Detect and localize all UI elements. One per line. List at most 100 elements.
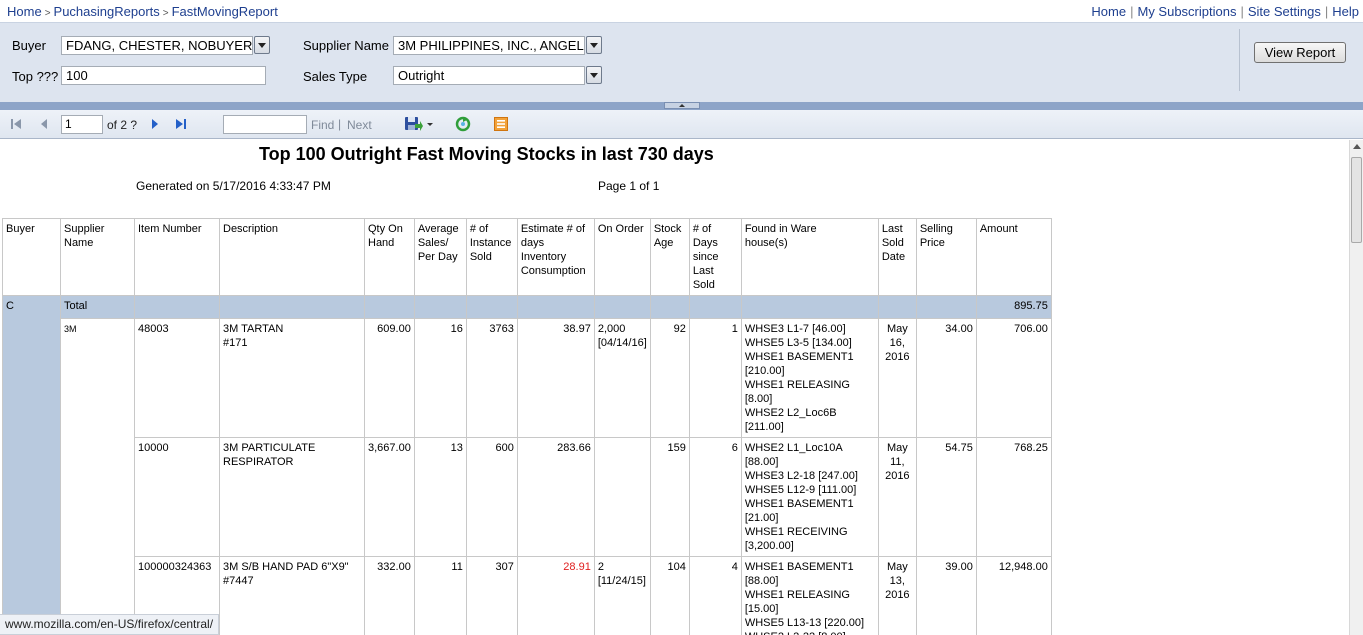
table-header-row: Buyer Supplier Name Item Number Description Q… (2, 218, 1052, 296)
collapse-parameters-button[interactable] (664, 102, 700, 109)
breadcrumb-separator: > (44, 8, 51, 19)
last-sold-date: May 11, 2016 (877, 437, 917, 557)
prev-page-icon[interactable] (39, 118, 49, 130)
table-row: 3M 48003 3M TARTAN #171 609.00 16 3763 38.97 2,0… (3, 318, 1052, 635)
column-header-text: days (520, 237, 545, 249)
on-order (593, 437, 651, 557)
breadcrumb-home[interactable]: Home (7, 4, 42, 19)
scroll-thumb[interactable] (1351, 157, 1362, 243)
column-header-text: Inventory (520, 251, 567, 263)
amount: 768.25 (975, 437, 1052, 557)
sales-type-select[interactable]: Outright (393, 66, 585, 85)
top-input[interactable]: 100 (61, 66, 266, 85)
print-layout-icon[interactable] (494, 117, 508, 131)
warehouse-line: WHSE1 BASEMENT1 (744, 561, 854, 573)
description-line: #7447 (223, 575, 254, 587)
page-count: of 2 ? (107, 118, 138, 132)
column-header: Selling Price (915, 218, 977, 296)
column-header: # of Days since Last Sold (688, 218, 742, 296)
report-viewer: Top 100 Outright Fast Moving Stocks in l… (0, 140, 1349, 635)
page-number-input[interactable]: 1 (61, 115, 103, 134)
find-separator: | (338, 117, 342, 131)
breadcrumb-fast-moving-report[interactable]: FastMovingReport (172, 4, 278, 19)
top-label: Top ??? (12, 69, 59, 84)
first-page-icon[interactable] (10, 118, 22, 130)
panel-divider (1239, 29, 1240, 91)
estimate-days-consumption: 38.97 (516, 318, 595, 438)
warehouse-line: WHSE3 L2-18 [247.00] (744, 470, 858, 482)
column-header: Last Sold Date (877, 218, 917, 296)
generated-timestamp: Generated on 5/17/2016 4:33:47 PM (136, 179, 331, 193)
column-header-text: Sold (469, 251, 492, 263)
find-link[interactable]: Find (311, 118, 334, 132)
date-line: May (886, 323, 908, 335)
average-sales-per-day: 11 (413, 556, 467, 635)
on-order: 2 [11/24/15] (593, 556, 651, 635)
on-order-line: 2,000 (597, 323, 626, 335)
column-header-text: Per Day (417, 251, 458, 263)
find-input[interactable] (223, 115, 307, 134)
last-page-icon[interactable] (175, 118, 188, 130)
vertical-scrollbar[interactable] (1349, 140, 1363, 635)
column-header: Description (219, 218, 365, 296)
column-header-text: Item Number (138, 223, 202, 235)
date-line: 16, (889, 337, 905, 349)
buyer-select[interactable]: FDANG, CHESTER, NOBUYER, DV (61, 36, 253, 55)
date-line: 2016 (885, 589, 910, 601)
stock-age: 159 (649, 437, 690, 557)
column-header-text: # of (469, 223, 489, 235)
warehouse-line: WHSE3 L1-7 [46.00] (744, 323, 846, 335)
qty-on-hand: 3,667.00 (364, 437, 415, 557)
sales-type-dropdown-button[interactable] (586, 66, 602, 84)
column-header-text: Buyer (6, 223, 35, 235)
warehouse-line: WHSE2 L1_Loc10A (744, 442, 843, 454)
warehouse-line: [3,200.00] (744, 540, 794, 552)
home-link[interactable]: Home (1091, 4, 1126, 19)
warehouse-line: WHSE2 L2_Loc6B (744, 407, 837, 419)
column-header-text: Sold (881, 237, 904, 249)
top-links: Home | My Subscriptions | Site Settings | Help (1091, 4, 1359, 19)
breadcrumb-separator: > (162, 8, 169, 19)
save-export-icon[interactable] (404, 116, 434, 132)
next-page-icon[interactable] (150, 118, 160, 130)
warehouse-line: [8.00] (744, 393, 773, 405)
warehouse-line: WHSE5 L13-13 [220.00] (744, 617, 865, 629)
column-header-text: Sales/ (417, 237, 449, 249)
refresh-icon[interactable] (455, 116, 471, 132)
warehouse-line: [21.00] (744, 512, 779, 524)
average-sales-per-day: 13 (413, 437, 467, 557)
column-header-text: since (692, 251, 719, 263)
date-line: 13, (889, 575, 905, 587)
item-description: 3M S/B HAND PAD 6"X9" #7447 (219, 556, 365, 635)
site-settings-link[interactable]: Site Settings (1248, 4, 1321, 19)
column-header-text: On Order (597, 223, 644, 235)
scroll-up-arrow-icon[interactable] (1353, 144, 1361, 149)
column-header-text: Average (417, 223, 459, 235)
stock-age: 104 (649, 556, 690, 635)
help-link[interactable]: Help (1332, 4, 1359, 19)
view-report-button[interactable]: View Report (1254, 42, 1346, 63)
warehouse-line: WHSE5 L12-9 [111.00] (744, 484, 857, 496)
total-empty-cell (516, 295, 595, 319)
parameter-panel: Buyer FDANG, CHESTER, NOBUYER, DV Suppli… (0, 23, 1363, 102)
buyer-dropdown-button[interactable] (254, 36, 270, 54)
amount: 12,948.00 (975, 556, 1052, 635)
column-header: Qty On Hand (364, 218, 415, 296)
date-line: 2016 (885, 470, 910, 482)
warehouse-list: WHSE3 L1-7 [46.00] WHSE5 L3-5 [134.00] WHS… (740, 318, 879, 438)
supplier-name-select[interactable]: 3M PHILIPPINES, INC., ANGELIC (393, 36, 585, 55)
top-nav-bar: Home > PuchasingReports > FastMovingReport H… (0, 0, 1363, 23)
breadcrumb-purchasing-reports[interactable]: PuchasingReports (54, 4, 160, 19)
my-subscriptions-link[interactable]: My Subscriptions (1137, 4, 1236, 19)
supplier-name-label: Supplier Name (303, 38, 389, 53)
description-line: 3M TARTAN (223, 323, 284, 335)
column-header: Amount (975, 218, 1052, 296)
column-header-text: Qty On (368, 223, 403, 235)
column-header: Estimate # of days Inventory Consumption (516, 218, 595, 296)
warehouse-list: WHSE1 BASEMENT1 [88.00] WHSE1 RELEASING [15… (740, 556, 879, 635)
column-header: On Order (593, 218, 651, 296)
warehouse-line: [210.00] (744, 365, 785, 377)
supplier-dropdown-button[interactable] (586, 36, 602, 54)
next-link[interactable]: Next (347, 118, 372, 132)
warehouse-list: WHSE2 L1_Loc10A [88.00] WHSE3 L2-18 [247.0… (740, 437, 879, 557)
